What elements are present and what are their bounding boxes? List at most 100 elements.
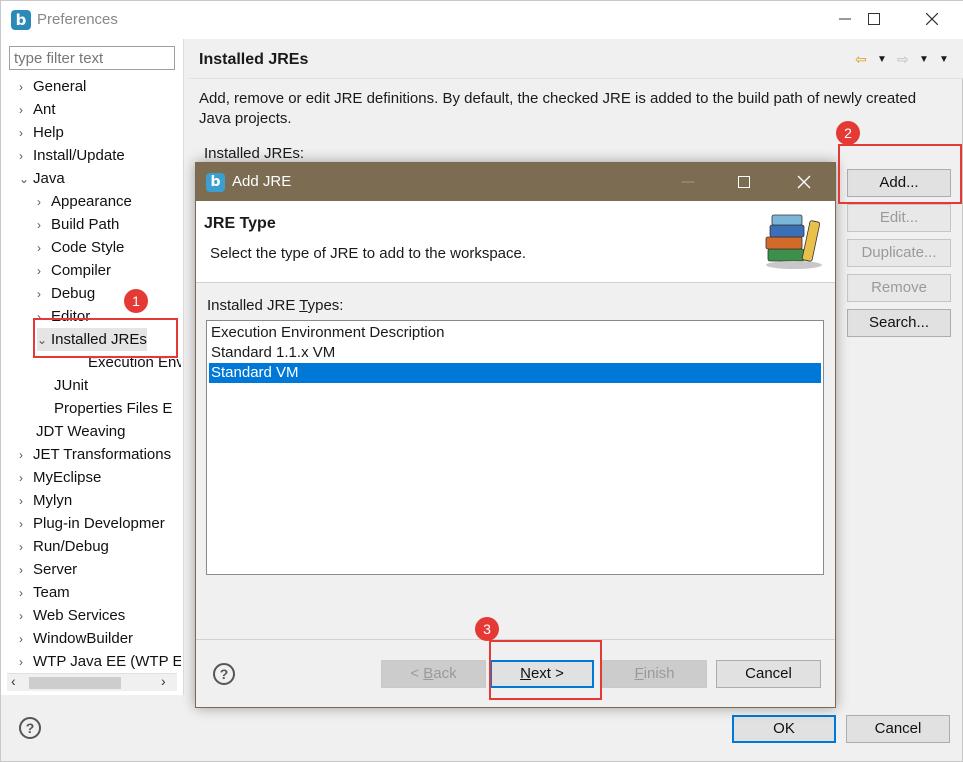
maximize-icon[interactable] — [851, 7, 897, 33]
tree-item[interactable]: › Web Services — [19, 604, 125, 627]
chevron-right-icon[interactable]: › — [19, 513, 31, 536]
cancel-button[interactable]: Cancel — [846, 715, 950, 743]
list-item[interactable]: Standard VM — [209, 363, 821, 383]
back-arrow-icon[interactable]: ⇦ — [855, 51, 867, 68]
dialog-minimize-icon[interactable] — [668, 169, 708, 195]
jre-types-label: Installed JRE Types: — [207, 297, 344, 314]
tree-item-label: MyEclipse — [33, 469, 102, 486]
back-button[interactable]: < Back — [381, 660, 486, 688]
tree-item-label: JUnit — [54, 377, 89, 394]
tree-item-label: Properties Files E — [54, 400, 173, 417]
page-title: Installed JREs — [199, 51, 309, 68]
duplicate-button[interactable]: Duplicate... — [847, 239, 951, 267]
chevron-right-icon[interactable]: › — [37, 283, 49, 306]
library-books-icon — [765, 214, 822, 269]
tree-item-label: Plug-in Developmer — [33, 515, 165, 532]
close-icon[interactable] — [909, 7, 955, 33]
chevron-right-icon[interactable]: › — [19, 559, 31, 582]
tree-item-label: General — [33, 78, 87, 95]
chevron-right-icon[interactable]: › — [19, 490, 31, 513]
tree-item[interactable]: › Team — [19, 581, 70, 604]
chevron-right-icon[interactable]: › — [37, 237, 49, 260]
tree-item[interactable]: › Help — [19, 121, 64, 144]
chevron-right-icon[interactable]: › — [19, 76, 31, 99]
annotation-box-1 — [33, 318, 178, 358]
tree-item[interactable]: › Code Style — [37, 236, 124, 259]
chevron-right-icon[interactable]: › — [19, 651, 31, 674]
chevron-down-icon[interactable]: ⌄ — [19, 168, 31, 191]
tree-item[interactable]: › Install/Update — [19, 144, 125, 167]
edit-button[interactable]: Edit... — [847, 204, 951, 232]
finish-button[interactable]: Finish — [602, 660, 707, 688]
tree-item-label: Ant — [33, 101, 56, 118]
wizard-page-description: Select the type of JRE to add to the wor… — [210, 245, 527, 262]
add-jre-dialog: b Add JRE JRE Type Select the type of JR… — [195, 162, 836, 708]
tree-item[interactable]: › WindowBuilder — [19, 627, 133, 650]
tree-item[interactable]: JDT Weaving — [34, 420, 125, 443]
chevron-right-icon[interactable]: › — [37, 214, 49, 237]
help-icon[interactable]: ? — [19, 717, 41, 739]
tree-item[interactable]: › Mylyn — [19, 489, 72, 512]
preferences-tree: › General › Ant › Help › Install/Update ⌄ Java › Ap… — [1, 75, 181, 675]
tree-item[interactable]: › Run/Debug — [19, 535, 109, 558]
tree-item-label: WTP Java EE (WTP E — [33, 653, 181, 670]
tree-item-label: Server — [33, 561, 78, 578]
tree-item-label: Java — [33, 170, 65, 187]
dialog-cancel-button[interactable]: Cancel — [716, 660, 821, 688]
tree-item-label: Run/Debug — [33, 538, 109, 555]
list-item[interactable]: Standard 1.1.x VM — [209, 343, 821, 363]
tree-item[interactable]: › General — [19, 75, 86, 98]
tree-item[interactable]: Properties Files E — [52, 397, 172, 420]
filter-input[interactable] — [9, 46, 175, 70]
tree-item[interactable]: › JET Transformations — [19, 443, 171, 466]
chevron-right-icon[interactable]: › — [19, 122, 31, 145]
view-menu-icon[interactable]: ▼ — [939, 54, 949, 65]
dialog-maximize-icon[interactable] — [724, 169, 764, 195]
forward-menu-chevron-icon[interactable]: ▼ — [919, 54, 929, 65]
tree-item[interactable]: › WTP Java EE (WTP E — [19, 650, 181, 673]
scrollbar-thumb[interactable] — [29, 677, 121, 689]
dialog-help-icon[interactable]: ? — [213, 663, 235, 685]
chevron-right-icon[interactable]: › — [19, 444, 31, 467]
tree-item[interactable]: › Compiler — [37, 259, 111, 282]
app-icon: b — [11, 10, 31, 30]
forward-arrow-icon[interactable]: ⇨ — [897, 51, 909, 68]
page-header: Installed JREs ⇦ ▼ ⇨ ▼ ▼ — [189, 39, 963, 79]
chevron-right-icon[interactable]: › — [19, 536, 31, 559]
tree-item-label: JDT Weaving — [36, 423, 126, 440]
tree-item[interactable]: ⌄ Java — [19, 167, 65, 190]
preferences-tree-pane: ›General›Ant›Help›Install/Update⌄Java›Ap… — [1, 39, 184, 695]
chevron-right-icon[interactable]: › — [19, 467, 31, 490]
chevron-right-icon[interactable]: › — [19, 99, 31, 122]
remove-button[interactable]: Remove — [847, 274, 951, 302]
wizard-page-title: JRE Type — [204, 215, 276, 232]
chevron-right-icon[interactable]: › — [37, 260, 49, 283]
page-description: Add, remove or edit JRE definitions. By … — [199, 90, 917, 127]
search-button[interactable]: Search... — [847, 309, 951, 337]
jre-types-list: Execution Environment Description Standar… — [206, 320, 824, 575]
tree-item[interactable]: › Debug — [37, 282, 95, 305]
tree-item[interactable]: › MyEclipse — [19, 466, 101, 489]
chevron-right-icon[interactable]: › — [37, 191, 49, 214]
back-menu-chevron-icon[interactable]: ▼ — [877, 54, 887, 65]
chevron-right-icon[interactable]: › — [19, 605, 31, 628]
dialog-titlebar: b Add JRE — [196, 163, 835, 201]
tree-item[interactable]: › Server — [19, 558, 77, 581]
list-item[interactable]: Execution Environment Description — [209, 323, 821, 343]
dialog-close-icon[interactable] — [784, 169, 824, 195]
tree-item[interactable]: › Appearance — [37, 190, 132, 213]
tree-item[interactable]: › Ant — [19, 98, 56, 121]
annotation-badge-1: 1 — [124, 289, 148, 313]
tree-item[interactable]: JUnit — [52, 374, 88, 397]
tree-item[interactable]: › Plug-in Developmer — [19, 512, 165, 535]
tree-horizontal-scrollbar[interactable]: ‹ › — [7, 673, 177, 691]
scroll-right-icon[interactable]: › — [161, 673, 166, 689]
tree-item-label: Debug — [51, 285, 96, 302]
chevron-right-icon[interactable]: › — [19, 582, 31, 605]
tree-item-label: Build Path — [51, 216, 120, 233]
tree-item[interactable]: › Build Path — [37, 213, 119, 236]
chevron-right-icon[interactable]: › — [19, 628, 31, 651]
scroll-left-icon[interactable]: ‹ — [11, 673, 16, 689]
chevron-right-icon[interactable]: › — [19, 145, 31, 168]
ok-button[interactable]: OK — [732, 715, 836, 743]
